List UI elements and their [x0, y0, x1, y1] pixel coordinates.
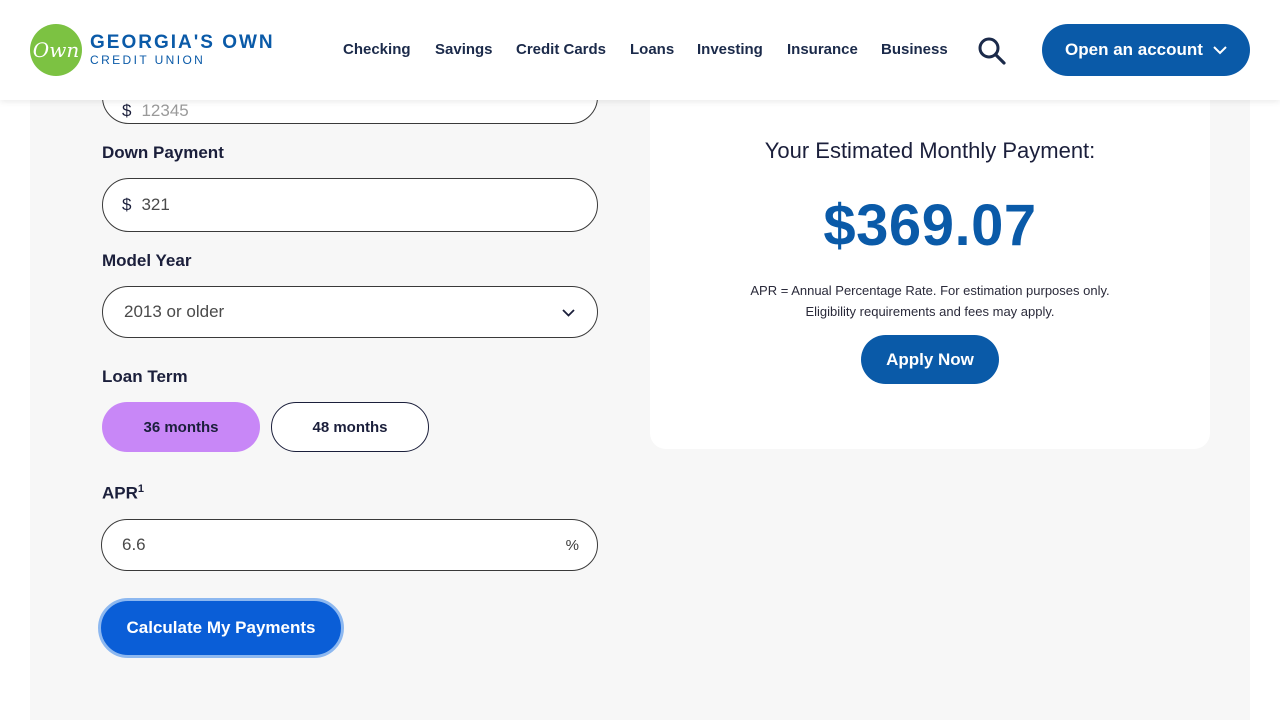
- term-48-months-button[interactable]: 48 months: [271, 402, 429, 452]
- open-account-label: Open an account: [1065, 40, 1203, 59]
- nav-loans[interactable]: Loans: [630, 38, 674, 62]
- model-year-select[interactable]: 2013 or older: [102, 286, 598, 338]
- apply-now-button[interactable]: Apply Now: [861, 335, 999, 384]
- nav-savings[interactable]: Savings: [435, 38, 493, 62]
- chevron-down-icon: [1213, 45, 1227, 55]
- logo-wordmark: GEORGIA'S OWN CREDIT UNION: [90, 32, 275, 68]
- nav-checking[interactable]: Checking: [343, 38, 411, 62]
- chevron-down-icon: [562, 302, 575, 322]
- apr-field[interactable]: 6.6 %: [101, 519, 598, 571]
- loan-amount-value: 12345: [141, 101, 189, 120]
- nav-business[interactable]: Business: [881, 38, 948, 62]
- disclaimer-line-2: Eligibility requirements and fees may ap…: [805, 304, 1055, 319]
- result-card: Your Estimated Monthly Payment: $369.07 …: [650, 60, 1210, 449]
- disclaimer: APR = Annual Percentage Rate. For estima…: [650, 280, 1210, 322]
- site-header: Own GEORGIA'S OWN CREDIT UNION Checking …: [0, 0, 1280, 100]
- calculate-button[interactable]: Calculate My Payments: [98, 598, 344, 658]
- down-payment-value: 321: [141, 195, 170, 214]
- nav-credit-cards[interactable]: Credit Cards: [516, 38, 606, 62]
- down-payment-label: Down Payment: [102, 143, 224, 162]
- term-36-months-button[interactable]: 36 months: [102, 402, 260, 452]
- logo-mark-text: Own: [32, 38, 80, 62]
- loan-amount-currency: $: [122, 101, 132, 120]
- logo-name: GEORGIA'S OWN: [90, 32, 275, 53]
- apr-value: 6.6: [122, 535, 146, 554]
- apr-label-text: APR: [102, 483, 138, 503]
- brand-logo[interactable]: Own GEORGIA'S OWN CREDIT UNION: [30, 24, 275, 76]
- loan-term-label: Loan Term: [102, 367, 188, 386]
- down-payment-currency: $: [122, 195, 132, 214]
- apr-unit: %: [565, 536, 579, 554]
- logo-mark: Own: [30, 24, 82, 76]
- disclaimer-line-1: APR = Annual Percentage Rate. For estima…: [750, 283, 1110, 298]
- apr-footnote[interactable]: 1: [138, 483, 144, 495]
- search-icon: [978, 37, 1006, 65]
- logo-subname: CREDIT UNION: [90, 53, 206, 67]
- open-account-button[interactable]: Open an account: [1042, 24, 1250, 76]
- monthly-payment-amount: $369.07: [823, 193, 1037, 258]
- model-year-label: Model Year: [102, 251, 192, 270]
- search-button[interactable]: [976, 36, 1008, 66]
- model-year-value: 2013 or older: [124, 302, 225, 321]
- result-title: Your Estimated Monthly Payment:: [764, 138, 1096, 163]
- apr-label: APR1: [102, 483, 144, 504]
- nav-investing[interactable]: Investing: [697, 38, 763, 62]
- nav-insurance[interactable]: Insurance: [787, 38, 858, 62]
- down-payment-field[interactable]: $ 321: [102, 178, 598, 232]
